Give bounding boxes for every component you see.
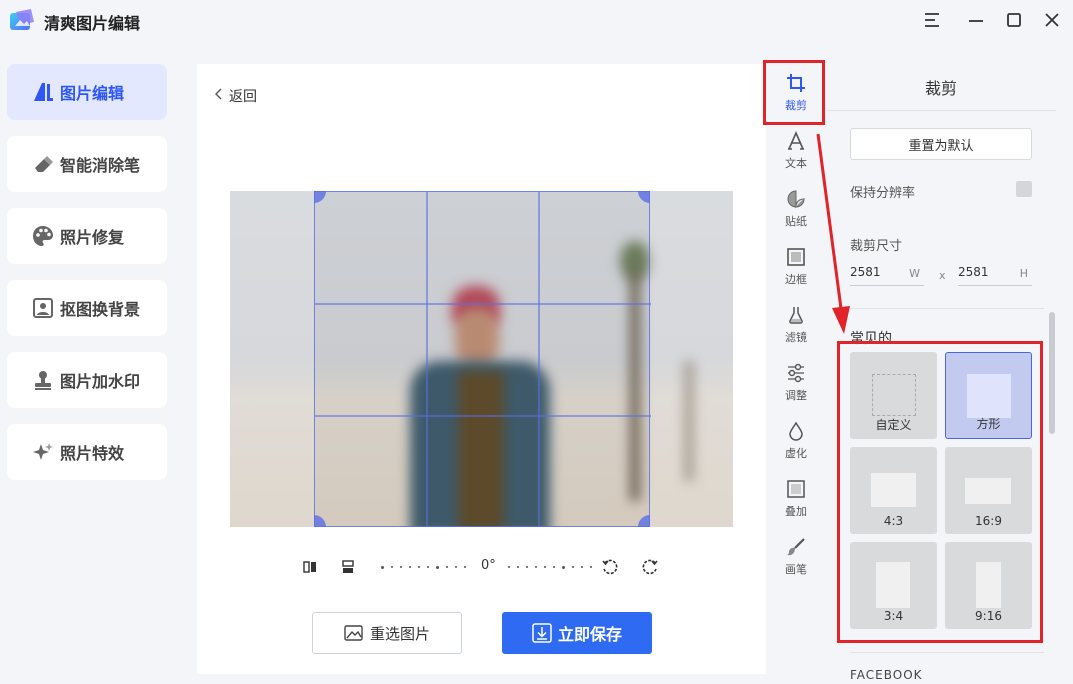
crop-grid-line bbox=[315, 415, 651, 417]
crop-handle-top-left[interactable] bbox=[314, 191, 326, 203]
section-divider bbox=[850, 652, 1044, 653]
crop-shade-right bbox=[650, 191, 733, 527]
annotation-arrow-icon bbox=[816, 133, 850, 334]
app-title: 清爽图片编辑 bbox=[44, 14, 141, 33]
annotation-highlight-crop bbox=[763, 60, 825, 125]
image-edit-icon bbox=[32, 81, 54, 103]
crop-frame[interactable] bbox=[314, 191, 651, 527]
section-divider bbox=[850, 308, 1044, 309]
crop-shade-left bbox=[230, 191, 314, 527]
crop-height-input[interactable]: 2581 H bbox=[958, 262, 1032, 286]
overlay-icon bbox=[785, 478, 807, 500]
crop-handle-top-right[interactable] bbox=[638, 191, 650, 203]
rotation-slider-right[interactable] bbox=[508, 565, 592, 569]
transform-toolbar: 0° bbox=[297, 556, 677, 578]
save-now-button[interactable]: 立即保存 bbox=[502, 612, 652, 654]
sidebar-item-label: 抠图换背景 bbox=[60, 300, 141, 319]
rotation-angle-readout: 0° bbox=[481, 558, 496, 573]
rotation-slider-left[interactable] bbox=[381, 565, 466, 569]
flip-horizontal-icon[interactable] bbox=[299, 556, 321, 578]
facebook-section-label: FACEBOOK bbox=[850, 668, 923, 682]
tool-label: 画笔 bbox=[785, 563, 807, 576]
flip-vertical-icon[interactable] bbox=[337, 556, 359, 578]
palette-icon bbox=[32, 225, 54, 247]
crop-handle-bottom-right[interactable] bbox=[638, 515, 650, 527]
crop-height-value: 2581 bbox=[958, 265, 989, 279]
brush-icon bbox=[785, 536, 807, 558]
crop-width-input[interactable]: 2581 W bbox=[850, 262, 924, 286]
sidebar-item-smart-eraser[interactable]: 智能消除笔 bbox=[7, 136, 167, 192]
dimension-separator: x bbox=[939, 269, 946, 282]
crop-panel-title: 裁剪 bbox=[826, 64, 1056, 111]
crop-height-unit: H bbox=[1019, 267, 1028, 280]
reselect-label: 重选图片 bbox=[369, 624, 430, 643]
sidebar-item-photo-repair[interactable]: 照片修复 bbox=[7, 208, 167, 264]
minimize-icon[interactable] bbox=[966, 10, 986, 30]
tool-overlay[interactable]: 叠加 bbox=[770, 478, 822, 519]
keep-resolution-checkbox[interactable] bbox=[1016, 181, 1032, 197]
tool-blur[interactable]: 虚化 bbox=[770, 420, 822, 461]
download-icon bbox=[532, 623, 552, 643]
image-icon bbox=[344, 625, 363, 641]
sidebar-item-label: 照片修复 bbox=[60, 228, 125, 247]
tool-label: 叠加 bbox=[785, 505, 807, 518]
sidebar-item-label: 图片编辑 bbox=[60, 84, 125, 103]
rotate-left-icon[interactable] bbox=[599, 556, 621, 578]
save-label: 立即保存 bbox=[557, 625, 622, 644]
sidebar-item-photo-effects[interactable]: 照片特效 bbox=[7, 424, 167, 480]
sidebar-item-label: 照片特效 bbox=[60, 444, 125, 463]
close-icon[interactable] bbox=[1042, 10, 1062, 30]
sparkle-icon bbox=[32, 441, 54, 463]
annotation-highlight-ratios bbox=[837, 341, 1043, 643]
crop-handle-bottom-left[interactable] bbox=[314, 515, 326, 527]
crop-grid-line bbox=[426, 192, 428, 527]
chevron-left-icon bbox=[215, 88, 223, 104]
editor-panel: 返回 0° 重选图片 立即保存 bbox=[197, 64, 766, 674]
portrait-cutout-icon bbox=[32, 297, 54, 319]
sidebar-item-image-edit[interactable]: 图片编辑 bbox=[7, 64, 167, 120]
tool-adjust[interactable]: 调整 bbox=[770, 362, 822, 403]
adjust-icon bbox=[785, 362, 807, 384]
sidebar-item-label: 智能消除笔 bbox=[60, 156, 141, 175]
tool-brush[interactable]: 画笔 bbox=[770, 536, 822, 577]
crop-grid-line bbox=[538, 192, 540, 527]
tool-label: 虚化 bbox=[785, 447, 807, 460]
title-bar: 清爽图片编辑 bbox=[0, 0, 1073, 40]
panel-scrollbar[interactable] bbox=[1049, 312, 1055, 434]
crop-grid-line bbox=[315, 303, 651, 305]
crop-width-unit: W bbox=[909, 267, 920, 280]
reselect-image-button[interactable]: 重选图片 bbox=[312, 612, 462, 654]
sidebar-item-cutout-background[interactable]: 抠图换背景 bbox=[7, 280, 167, 336]
photo-canvas[interactable] bbox=[230, 191, 733, 527]
sidebar-item-watermark[interactable]: 图片加水印 bbox=[7, 352, 167, 408]
maximize-icon[interactable] bbox=[1004, 10, 1024, 30]
app-logo-icon bbox=[9, 8, 35, 32]
tool-label: 调整 bbox=[785, 389, 807, 402]
reset-default-button[interactable]: 重置为默认 bbox=[850, 128, 1032, 160]
sidebar-item-label: 图片加水印 bbox=[60, 372, 141, 391]
menu-icon[interactable] bbox=[922, 10, 942, 30]
stamp-icon bbox=[32, 369, 54, 391]
back-button[interactable]: 返回 bbox=[215, 86, 257, 106]
rotate-right-icon[interactable] bbox=[639, 556, 661, 578]
eraser-icon bbox=[32, 153, 54, 175]
back-label: 返回 bbox=[229, 89, 257, 105]
blur-icon bbox=[785, 420, 807, 442]
